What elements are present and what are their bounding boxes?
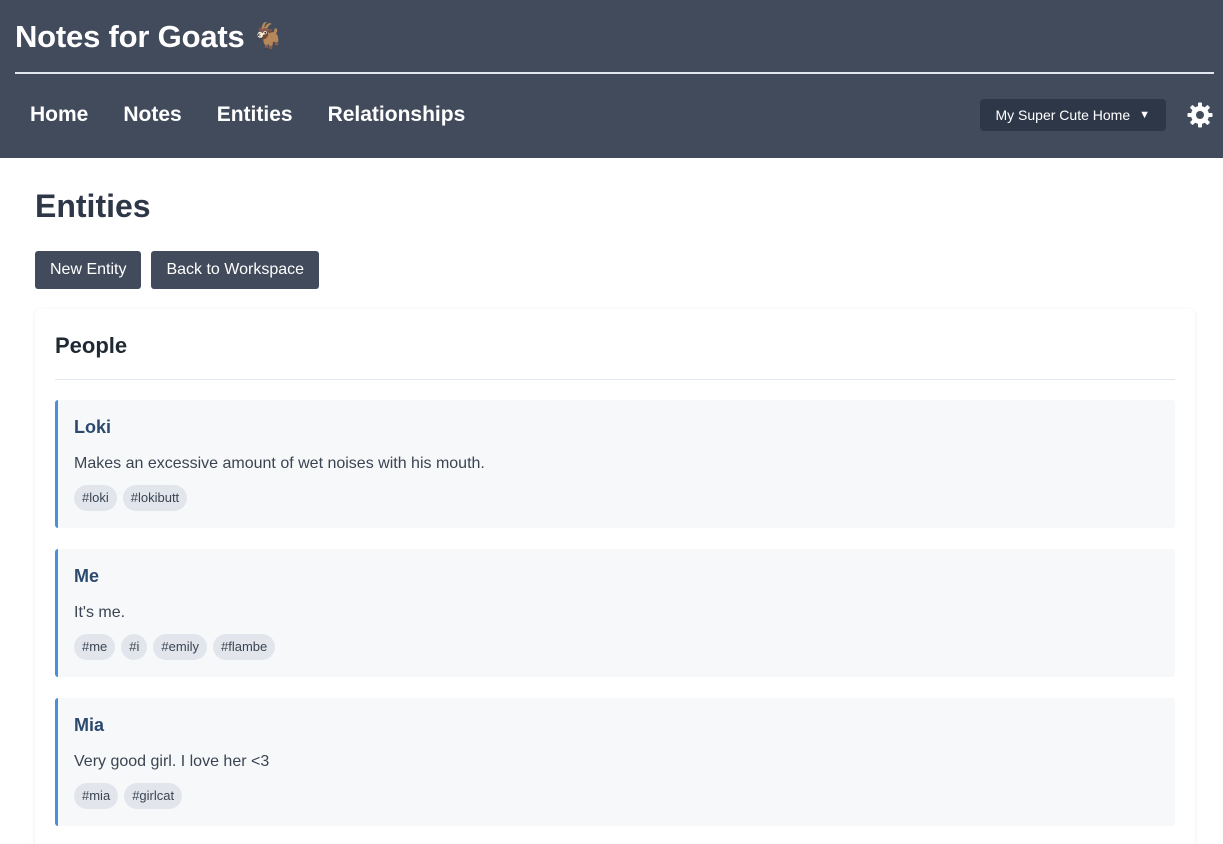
nav-links: Home Notes Entities Relationships [15,103,500,127]
tag-list: #loki #lokibutt [74,485,1159,511]
tag[interactable]: #i [121,634,148,660]
entity-card[interactable]: Mia Very good girl. I love her <3 #mia #… [55,698,1175,826]
tag-list: #mia #girlcat [74,783,1159,809]
nav-right: My Super Cute Home ▼ [979,99,1215,131]
nav-relationships[interactable]: Relationships [328,103,466,127]
caret-down-icon: ▼ [1139,109,1150,121]
back-to-workspace-button[interactable]: Back to Workspace [151,251,320,289]
entity-name[interactable]: Loki [74,417,1159,438]
entity-description: Very good girl. I love her <3 [74,753,270,770]
entity-card[interactable]: Loki Makes an excessive amount of wet no… [55,400,1175,528]
entity-name[interactable]: Me [74,566,1159,587]
tag[interactable]: #loki [74,485,117,511]
workspace-select[interactable]: My Super Cute Home ▼ [979,99,1166,131]
tag-list: #me #i #emily #flambe [74,634,1159,660]
nav-home[interactable]: Home [30,103,88,127]
entity-card[interactable]: Me It's me. #me #i #emily #flambe [55,549,1175,677]
goat-icon: 🐐 [251,22,286,52]
entity-name[interactable]: Mia [74,715,1159,736]
page-title: Entities [35,188,151,224]
new-entity-button[interactable]: New Entity [35,251,142,289]
tag[interactable]: #lokibutt [122,485,188,511]
tag[interactable]: #flambe [213,634,276,660]
main-nav: Home Notes Entities Relationships My Sup… [15,74,1214,156]
tag[interactable]: #emily [153,634,207,660]
nav-notes[interactable]: Notes [123,103,181,127]
app-title[interactable]: Notes for Goats [15,19,245,55]
nav-entities[interactable]: Entities [217,103,293,127]
entity-description: It's me. [74,604,126,621]
tag[interactable]: #girlcat [124,783,183,809]
section-card-people: People Loki Makes an excessive amount of… [35,309,1195,844]
brand-bar: Notes for Goats 🐐 [15,0,1214,74]
gear-icon[interactable] [1186,101,1214,129]
main-content: Entities New Entity Back to Workspace Pe… [0,158,1223,844]
app-header: Notes for Goats 🐐 Home Notes Entities Re… [0,0,1223,158]
workspace-select-label: My Super Cute Home [995,107,1131,123]
tag[interactable]: #me [74,634,116,660]
entity-description: Makes an excessive amount of wet noises … [74,455,485,472]
tag[interactable]: #mia [74,783,119,809]
section-title: People [55,333,1175,380]
page-actions: New Entity Back to Workspace [35,251,1195,289]
